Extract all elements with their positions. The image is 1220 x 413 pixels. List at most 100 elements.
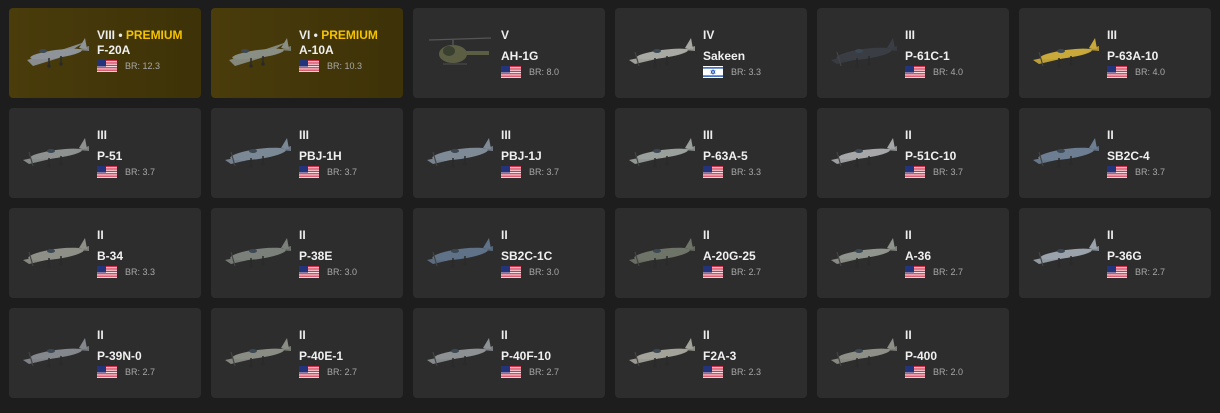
prop-fighter-icon bbox=[831, 138, 897, 168]
vehicle-info: II P-38E BR: 3.0 bbox=[299, 228, 397, 278]
rank-label: III bbox=[1107, 28, 1205, 43]
usa-flag-icon bbox=[905, 166, 925, 178]
vehicle-card-pbj-1j[interactable]: III PBJ-1J BR: 3.7 bbox=[413, 108, 605, 198]
battle-rating: BR: 3.7 bbox=[1135, 167, 1166, 177]
vehicle-name: P-51 bbox=[97, 149, 123, 163]
usa-flag-icon bbox=[703, 266, 723, 278]
battle-rating: BR: 3.0 bbox=[327, 267, 358, 277]
battle-rating: BR: 3.7 bbox=[933, 167, 964, 177]
vehicle-info: II P-40F-10 BR: 2.7 bbox=[501, 328, 599, 378]
rank-label: III bbox=[97, 128, 195, 143]
vehicle-info: III P-51 BR: 3.7 bbox=[97, 128, 195, 178]
vehicle-name: P-400 bbox=[905, 349, 938, 363]
vehicle-card-a-36[interactable]: II A-36 BR: 2.7 bbox=[817, 208, 1009, 298]
battle-rating: BR: 3.3 bbox=[731, 67, 762, 77]
usa-flag-icon bbox=[1107, 166, 1127, 178]
rank-label: II bbox=[905, 128, 1003, 143]
br-row: BR: 2.7 bbox=[1107, 266, 1205, 278]
night-fighter-icon bbox=[831, 38, 897, 68]
vehicle-card-p-63a-5[interactable]: III P-63A-5 BR: 3.3 bbox=[615, 108, 807, 198]
rank-text: III bbox=[501, 128, 512, 142]
battle-rating: BR: 4.0 bbox=[1135, 67, 1166, 77]
usa-flag-icon bbox=[703, 166, 723, 178]
vehicle-name: F2A-3 bbox=[703, 349, 737, 363]
vehicle-info: III P-63A-5 BR: 3.3 bbox=[703, 128, 801, 178]
vehicle-card-p-400[interactable]: II P-400 BR: 2.0 bbox=[817, 308, 1009, 398]
usa-flag-icon bbox=[1107, 266, 1127, 278]
vehicle-info: V AH-1G BR: 8.0 bbox=[501, 28, 599, 78]
rank-label: II bbox=[703, 228, 801, 243]
vehicle-card-p-51c-10[interactable]: II P-51C-10 BR: 3.7 bbox=[817, 108, 1009, 198]
vehicle-card-p-63a-10[interactable]: III P-63A-10 BR: 4.0 bbox=[1019, 8, 1211, 98]
br-row: BR: 3.7 bbox=[1107, 166, 1205, 178]
vehicle-card-a-20g-25[interactable]: II A-20G-25 BR: 2.7 bbox=[615, 208, 807, 298]
vehicle-name: F-20A bbox=[97, 43, 131, 57]
vehicle-card-sakeen[interactable]: IV Sakeen BR: 3.3 bbox=[615, 8, 807, 98]
rank-label: II bbox=[299, 228, 397, 243]
battle-rating: BR: 12.3 bbox=[125, 61, 161, 71]
br-row: BR: 2.0 bbox=[905, 366, 1003, 378]
vehicle-card-sb2c-4[interactable]: II SB2C-4 BR: 3.7 bbox=[1019, 108, 1211, 198]
vehicle-card-f2a-3[interactable]: II F2A-3 BR: 2.3 bbox=[615, 308, 807, 398]
vehicle-info: VIII • PREMIUM F-20A BR: 12.3 bbox=[97, 28, 195, 72]
prop-fighter-icon bbox=[629, 38, 695, 68]
vehicle-info: VI • PREMIUM A-10A BR: 10.3 bbox=[299, 28, 397, 72]
vehicle-name: SB2C-1C bbox=[501, 249, 553, 263]
prop-fighter-icon bbox=[1033, 38, 1099, 68]
br-row: BR: 3.7 bbox=[97, 166, 195, 178]
prop-fighter-icon bbox=[831, 238, 897, 268]
jet-fighter-icon bbox=[27, 38, 89, 68]
br-row: BR: 12.3 bbox=[97, 60, 195, 72]
vehicle-info: II A-20G-25 BR: 2.7 bbox=[703, 228, 801, 278]
vehicle-card-p-39n-0[interactable]: II P-39N-0 BR: 2.7 bbox=[9, 308, 201, 398]
vehicle-card-b-34[interactable]: II B-34 BR: 3.3 bbox=[9, 208, 201, 298]
usa-flag-icon bbox=[97, 166, 117, 178]
vehicle-card-p-38e[interactable]: II P-38E BR: 3.0 bbox=[211, 208, 403, 298]
rank-label: II bbox=[97, 228, 195, 243]
usa-flag-icon bbox=[97, 266, 117, 278]
vehicle-info: IV Sakeen BR: 3.3 bbox=[703, 28, 801, 78]
vehicle-card-p-40e-1[interactable]: II P-40E-1 BR: 2.7 bbox=[211, 308, 403, 398]
vehicle-info: II B-34 BR: 3.3 bbox=[97, 228, 195, 278]
rank-text: II bbox=[905, 328, 912, 342]
usa-flag-icon bbox=[905, 66, 925, 78]
vehicle-card-p-61c-1[interactable]: III P-61C-1 BR: 4.0 bbox=[817, 8, 1009, 98]
rank-text: II bbox=[905, 228, 912, 242]
rank-text: II bbox=[501, 328, 508, 342]
usa-flag-icon bbox=[97, 60, 117, 72]
prop-fighter-icon bbox=[1033, 238, 1099, 268]
rank-label: V bbox=[501, 28, 599, 43]
vehicle-card-f-20a[interactable]: VIII • PREMIUM F-20A BR: 12.3 bbox=[9, 8, 201, 98]
rank-label: II bbox=[703, 328, 801, 343]
dive-bomber-icon bbox=[427, 238, 493, 268]
rank-label: III bbox=[905, 28, 1003, 43]
vehicle-name: B-34 bbox=[97, 249, 124, 263]
vehicle-card-sb2c-1c[interactable]: II SB2C-1C BR: 3.0 bbox=[413, 208, 605, 298]
prop-fighter-icon bbox=[629, 138, 695, 168]
battle-rating: BR: 2.7 bbox=[731, 267, 762, 277]
rank-text: II bbox=[501, 228, 508, 242]
rank-text: V bbox=[501, 28, 510, 42]
vehicle-info: II A-36 BR: 2.7 bbox=[905, 228, 1003, 278]
rank-label: II bbox=[97, 328, 195, 343]
rank-text: III bbox=[97, 128, 108, 142]
vehicle-name: PBJ-1H bbox=[299, 149, 342, 163]
vehicle-card-p-36g[interactable]: II P-36G BR: 2.7 bbox=[1019, 208, 1211, 298]
vehicle-card-p-51[interactable]: III P-51 BR: 3.7 bbox=[9, 108, 201, 198]
br-row: BR: 2.7 bbox=[97, 366, 195, 378]
vehicle-card-a-10a[interactable]: VI • PREMIUM A-10A BR: 10.3 bbox=[211, 8, 403, 98]
rank-label: III bbox=[501, 128, 599, 143]
vehicle-card-pbj-1h[interactable]: III PBJ-1H BR: 3.7 bbox=[211, 108, 403, 198]
br-row: BR: 8.0 bbox=[501, 66, 599, 78]
usa-flag-icon bbox=[299, 266, 319, 278]
rank-label: II bbox=[905, 228, 1003, 243]
bomber-icon bbox=[23, 238, 89, 268]
br-row: BR: 3.7 bbox=[905, 166, 1003, 178]
vehicle-card-ah-1g[interactable]: V AH-1G BR: 8.0 bbox=[413, 8, 605, 98]
vehicle-info: II SB2C-4 BR: 3.7 bbox=[1107, 128, 1205, 178]
usa-flag-icon bbox=[501, 366, 521, 378]
vehicle-card-p-40f-10[interactable]: II P-40F-10 BR: 2.7 bbox=[413, 308, 605, 398]
battle-rating: BR: 3.0 bbox=[529, 267, 560, 277]
vehicle-info: II P-40E-1 BR: 2.7 bbox=[299, 328, 397, 378]
battle-rating: BR: 3.3 bbox=[125, 267, 156, 277]
